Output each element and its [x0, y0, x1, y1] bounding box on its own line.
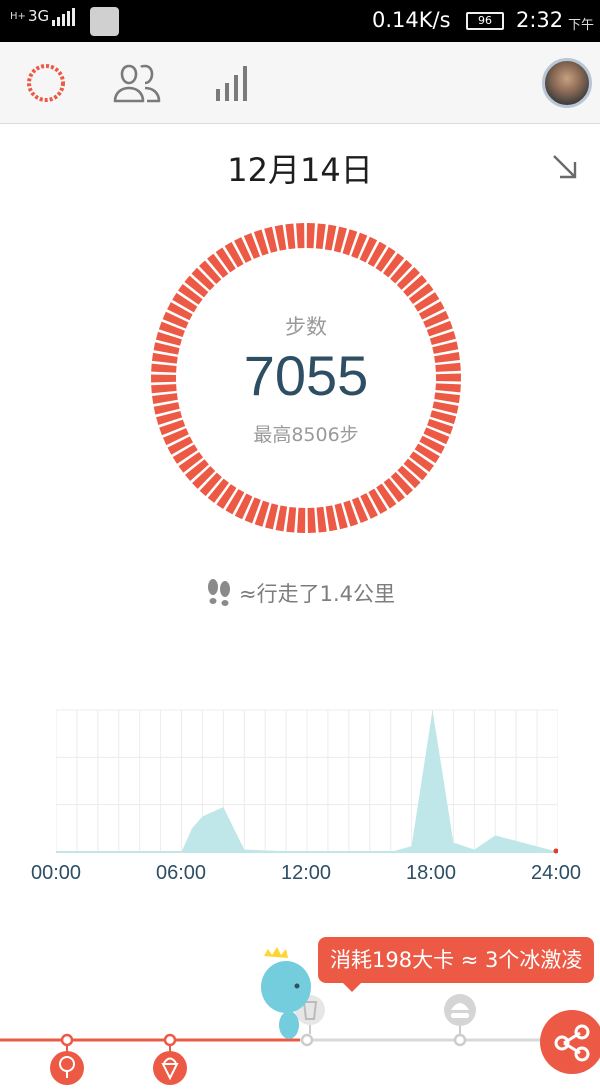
bar-stats-icon — [216, 66, 247, 101]
status-bar: H+ 3G 0.14K/s 96 2:32 下午 — [0, 0, 600, 42]
tab-steps[interactable] — [11, 42, 81, 124]
signal-icon — [52, 6, 76, 26]
x-tick-label: 12:00 — [280, 862, 332, 884]
ring-progress-icon — [27, 64, 65, 102]
calorie-bubble-tail — [342, 982, 362, 992]
steps-label: 步数 — [285, 315, 327, 339]
network-generation: 3G — [28, 7, 50, 25]
calorie-bubble[interactable]: 消耗198大卡 ≈ 3个冰激凌 — [318, 937, 595, 983]
date-title[interactable]: 12月14日 — [0, 145, 600, 191]
ice-cream-marker-icon — [153, 1033, 187, 1085]
hourly-steps-chart — [56, 709, 558, 854]
net-speed: 0.14K/s — [372, 8, 451, 32]
footprints-icon — [208, 579, 230, 606]
share-button[interactable] — [540, 1010, 600, 1074]
top-nav — [0, 42, 600, 124]
collapse-arrow-icon[interactable] — [548, 150, 582, 184]
chart-grid — [56, 709, 558, 853]
share-icon — [554, 1024, 590, 1062]
x-tick-label: 24:00 — [530, 862, 582, 884]
clock: 2:32 — [516, 8, 564, 32]
mascot-icon — [261, 947, 311, 1039]
steps-summary: 步数 7055 最高8506步 — [146, 218, 466, 538]
network-type: H+ — [10, 10, 26, 22]
friends-icon — [113, 64, 161, 103]
lollipop-marker-icon — [50, 1033, 84, 1085]
distance-text: ≈行走了1.4公里 — [239, 582, 395, 606]
distance-row: ≈行走了1.4公里 — [0, 578, 600, 608]
tab-stats[interactable] — [197, 42, 267, 124]
burger-marker-icon — [444, 994, 476, 1047]
status-left: H+ 3G — [10, 6, 76, 26]
tab-friends[interactable] — [102, 42, 172, 124]
clock-ampm: 下午 — [568, 18, 595, 33]
battery-icon: 96 — [466, 12, 504, 30]
x-tick-label: 06:00 — [155, 862, 207, 884]
x-tick-label: 18:00 — [405, 862, 457, 884]
x-tick-label: 00:00 — [30, 862, 82, 884]
steps-best: 最高8506步 — [253, 424, 359, 446]
app-notification-icon — [90, 7, 119, 36]
steps-value: 7055 — [243, 344, 369, 407]
avatar[interactable] — [542, 58, 592, 108]
